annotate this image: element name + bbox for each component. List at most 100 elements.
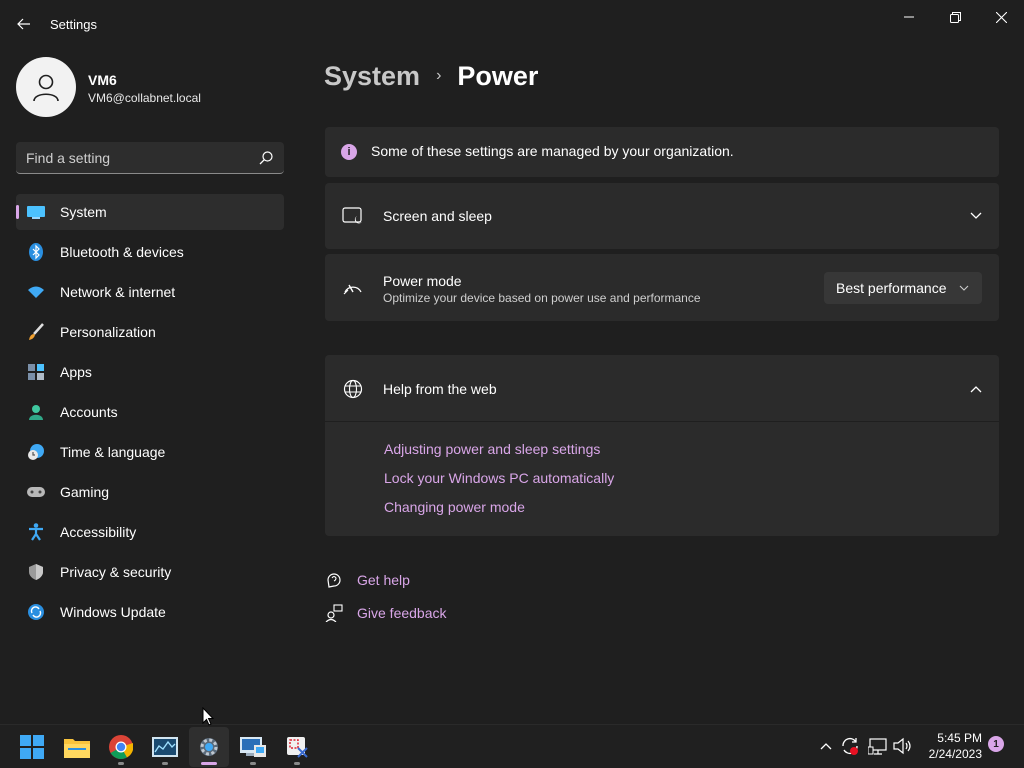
page-title: Power: [457, 60, 539, 91]
mouse-cursor-icon: [202, 707, 214, 726]
user-icon: [33, 74, 59, 102]
sidebar-item-label: Windows Update: [60, 604, 166, 620]
system-icon: [27, 204, 45, 220]
chrome-button[interactable]: [101, 727, 141, 767]
clock-date: 2/24/2023: [928, 747, 982, 761]
sidebar-item-label: Personalization: [60, 324, 156, 340]
sidebar-nav: System Bluetooth & devices Network & int…: [16, 194, 284, 634]
volume-icon[interactable]: [892, 736, 912, 756]
back-arrow-icon: [17, 18, 30, 30]
shield-icon: [27, 564, 45, 580]
help-header[interactable]: Help from the web: [325, 355, 999, 422]
sidebar-item-bluetooth[interactable]: Bluetooth & devices: [16, 234, 284, 270]
get-help-icon: [324, 571, 344, 589]
sidebar-item-personalization[interactable]: Personalization: [16, 314, 284, 350]
sidebar-item-label: Network & internet: [60, 284, 176, 300]
start-icon: [20, 735, 44, 759]
show-hidden-icons-button[interactable]: [816, 736, 836, 756]
snipping-tool-button[interactable]: [277, 727, 317, 767]
sidebar-item-label: Accessibility: [60, 524, 137, 540]
taskbar: 5:45 PM 2/24/2023: [0, 724, 1024, 768]
brush-icon: [27, 323, 45, 340]
globe-icon: [342, 378, 364, 400]
settings-taskbar-button[interactable]: [189, 727, 229, 767]
sidebar-item-system[interactable]: System: [16, 194, 284, 230]
avatar[interactable]: [16, 57, 76, 117]
resource-monitor-button[interactable]: [145, 727, 185, 767]
get-help-link[interactable]: Get help: [324, 569, 410, 591]
accessibility-icon: [27, 523, 45, 541]
sidebar-item-accounts[interactable]: Accounts: [16, 394, 284, 430]
back-button[interactable]: [12, 12, 36, 36]
sidebar-item-apps[interactable]: Apps: [16, 354, 284, 390]
running-indicator: [294, 762, 300, 765]
close-icon: [995, 11, 1007, 23]
sidebar-item-label: Bluetooth & devices: [60, 244, 184, 260]
settings-icon: [200, 738, 218, 756]
sidebar-item-label: Apps: [60, 364, 92, 380]
get-help-label: Get help: [357, 572, 410, 588]
settings-window: Settings VM6 VM6@collabnet.local System …: [0, 0, 1024, 724]
help-links: Adjusting power and sleep settings Lock …: [384, 441, 614, 528]
sidebar-item-accessibility[interactable]: Accessibility: [16, 514, 284, 550]
minimize-button[interactable]: [886, 0, 932, 34]
running-indicator: [250, 762, 256, 765]
wifi-icon: [27, 284, 45, 300]
help-link-lock-pc[interactable]: Lock your Windows PC automatically: [384, 470, 614, 487]
running-indicator: [118, 762, 124, 765]
sidebar-item-windows-update[interactable]: Windows Update: [16, 594, 284, 630]
title-bar: Settings: [0, 0, 1024, 48]
give-feedback-link[interactable]: Give feedback: [324, 602, 447, 624]
network-icon[interactable]: [868, 736, 888, 756]
restore-icon: [949, 11, 961, 23]
power-mode-value: Best performance: [836, 280, 947, 296]
give-feedback-label: Give feedback: [357, 605, 447, 621]
screen-and-sleep-row[interactable]: Screen and sleep: [325, 183, 999, 249]
sidebar-item-network[interactable]: Network & internet: [16, 274, 284, 310]
sidebar-item-time-language[interactable]: Time & language: [16, 434, 284, 470]
clock-time: 5:45 PM: [937, 731, 982, 745]
user-email: VM6@collabnet.local: [88, 91, 201, 105]
bluetooth-icon: [27, 243, 45, 261]
help-link-power-mode[interactable]: Changing power mode: [384, 499, 614, 516]
notification-badge[interactable]: 1: [988, 736, 1004, 752]
sidebar-item-gaming[interactable]: Gaming: [16, 474, 284, 510]
close-button[interactable]: [978, 0, 1024, 34]
remote-desktop-icon: [240, 737, 266, 757]
help-link-power-sleep[interactable]: Adjusting power and sleep settings: [384, 441, 614, 458]
power-mode-title: Power mode: [383, 273, 462, 289]
clock[interactable]: 5:45 PM 2/24/2023: [918, 730, 982, 762]
sidebar-item-label: Time & language: [60, 444, 166, 460]
sidebar-item-privacy[interactable]: Privacy & security: [16, 554, 284, 590]
running-indicator: [162, 762, 168, 765]
screen-sleep-icon: [342, 205, 364, 227]
start-button[interactable]: [12, 727, 52, 767]
power-mode-icon: [342, 276, 364, 298]
chevron-up-icon: [820, 743, 832, 750]
breadcrumb-parent[interactable]: System: [324, 61, 420, 92]
restore-button[interactable]: [932, 0, 978, 34]
help-from-web-card: Help from the web Adjusting power and sl…: [325, 355, 999, 536]
managed-info-bar: i Some of these settings are managed by …: [325, 127, 999, 177]
resource-monitor-icon: [152, 737, 178, 757]
help-title: Help from the web: [383, 381, 497, 397]
sync-status-icon[interactable]: [840, 736, 860, 756]
search-input[interactable]: [26, 142, 246, 173]
remote-desktop-button[interactable]: [233, 727, 273, 767]
info-icon: i: [341, 144, 357, 160]
minimize-icon: [904, 16, 914, 18]
info-text: Some of these settings are managed by yo…: [371, 143, 734, 159]
chevron-down-icon[interactable]: [969, 209, 983, 223]
chevron-up-icon[interactable]: [969, 382, 983, 396]
file-explorer-button[interactable]: [57, 727, 97, 767]
sidebar-item-label: System: [60, 204, 107, 220]
active-indicator: [201, 762, 217, 765]
sidebar-item-label: Privacy & security: [60, 564, 172, 580]
update-icon: [27, 604, 45, 620]
power-mode-row: Power mode Optimize your device based on…: [325, 254, 999, 321]
search-icon[interactable]: [258, 150, 274, 166]
search-box: [16, 142, 284, 174]
chrome-icon: [109, 735, 133, 759]
power-mode-dropdown[interactable]: Best performance: [824, 272, 982, 304]
file-explorer-icon: [64, 739, 90, 758]
